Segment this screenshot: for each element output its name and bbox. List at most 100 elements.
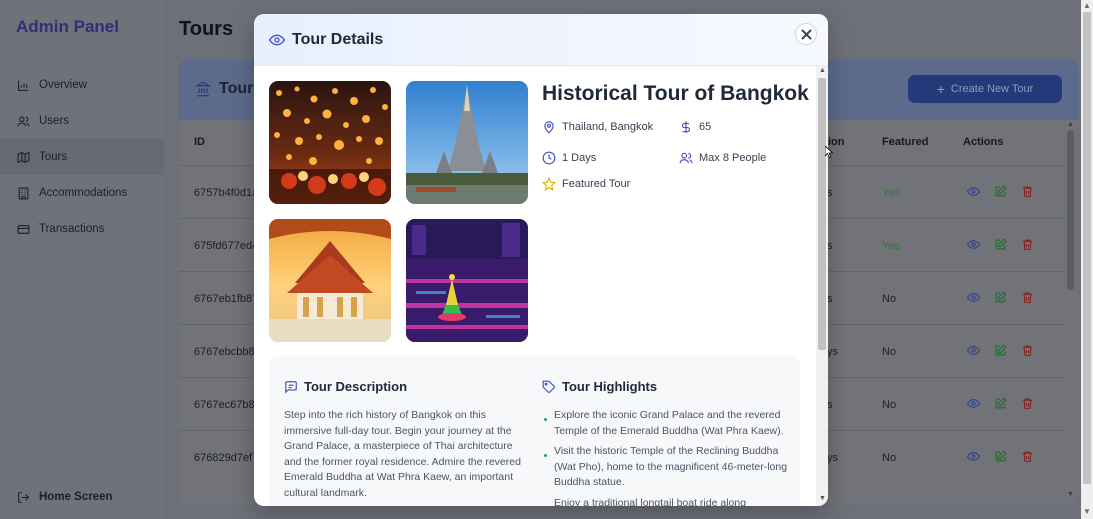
featured-status: Yes (882, 240, 900, 252)
edit-icon[interactable] (994, 238, 1007, 251)
featured-status: No (882, 346, 897, 358)
brand-title: Admin Panel (16, 17, 119, 36)
featured-status: Yes (882, 187, 900, 199)
description-heading: Tour Description (284, 379, 407, 394)
scroll-down-arrow[interactable]: ▼ (819, 495, 826, 502)
map-pin-icon (542, 120, 556, 134)
building-icon (16, 186, 30, 200)
plus-icon: + (936, 81, 945, 97)
eye-icon (268, 32, 286, 48)
mouse-cursor-icon (825, 146, 833, 158)
tour-name: Historical Tour of Bangkok (542, 82, 809, 105)
users-icon (679, 151, 693, 165)
view-icon[interactable] (966, 450, 981, 463)
close-button[interactable] (795, 23, 817, 45)
tag-icon (542, 380, 556, 394)
scrollbar-thumb[interactable] (818, 78, 826, 350)
view-icon[interactable] (966, 344, 981, 357)
scrollbar-thumb[interactable] (1067, 130, 1074, 290)
modal-scrollbar[interactable]: ▲ ▼ (816, 66, 828, 506)
delete-icon[interactable] (1021, 344, 1034, 357)
scroll-up-arrow[interactable]: ▲ (1083, 1, 1091, 10)
tour-id: 676829d7ef7 (194, 452, 259, 464)
sidebar-item-accommodations[interactable]: Accommodations (0, 175, 164, 211)
sidebar-item-label: Transactions (39, 223, 105, 235)
featured-status: No (882, 399, 897, 411)
message-icon (284, 380, 298, 394)
modal-body: Historical Tour of Bangkok Thailand, Ban… (254, 66, 816, 506)
location-meta: Thailand, Bangkok (542, 120, 653, 134)
view-icon[interactable] (966, 291, 981, 304)
delete-icon[interactable] (1021, 291, 1034, 304)
page-title: Tours (179, 18, 234, 40)
sky-lanterns-photo[interactable] (269, 81, 391, 204)
view-icon[interactable] (966, 185, 981, 198)
sidebar-item-tours[interactable]: Tours (0, 139, 164, 175)
tour-info-panel: Tour Description Step into the rich hist… (269, 356, 800, 506)
edit-icon[interactable] (994, 291, 1007, 304)
tour-duration: 1 Days (562, 152, 597, 164)
highlights-list: Explore the iconic Grand Palace and the … (543, 408, 793, 506)
featured-status: No (882, 452, 897, 464)
map-icon (16, 150, 30, 164)
create-new-tour-button[interactable]: + Create New Tour (908, 75, 1062, 103)
create-button-label: Create New Tour (950, 83, 1034, 95)
tour-id: 6757b4f0d1a (194, 187, 259, 199)
sidebar-item-users[interactable]: Users (0, 103, 164, 139)
tour-price: 65 (699, 121, 712, 133)
highlights-heading: Tour Highlights (542, 379, 657, 394)
sidebar-item-label: Users (39, 115, 70, 127)
edit-icon[interactable] (994, 344, 1007, 357)
scroll-down-arrow[interactable]: ▼ (1083, 507, 1091, 516)
sidebar-item-label: Accommodations (39, 187, 128, 199)
view-icon[interactable] (966, 397, 981, 410)
edit-icon[interactable] (994, 450, 1007, 463)
description-title: Tour Description (304, 379, 408, 394)
column-header-actions: Actions (963, 136, 1004, 148)
delete-icon[interactable] (1021, 397, 1034, 410)
log-out-icon (16, 490, 30, 504)
group-size-meta: Max 8 People (679, 151, 766, 165)
column-header-id: ID (194, 136, 205, 148)
star-icon (542, 177, 556, 191)
view-icon[interactable] (966, 238, 981, 251)
users-icon (16, 114, 30, 128)
sidebar: Admin Panel Overview Users Tours Accommo… (0, 0, 164, 519)
scroll-up-arrow[interactable]: ▲ (819, 67, 826, 74)
tour-id: 6767eb1fb87 (194, 293, 259, 305)
clock-icon (542, 151, 556, 165)
sidebar-item-label: Overview (39, 79, 87, 91)
marble-temple-sunset-photo[interactable] (269, 219, 391, 342)
column-header-featured: Featured (882, 136, 929, 148)
featured-status: No (882, 293, 897, 305)
duration-meta: 1 Days (542, 151, 596, 165)
price-meta: 65 (679, 120, 711, 134)
list-item: Visit the historic Temple of the Reclini… (543, 444, 793, 491)
delete-icon[interactable] (1021, 450, 1034, 463)
wat-arun-temple-photo[interactable] (406, 81, 528, 204)
table-scrollbar[interactable]: ▲ ▼ (1066, 121, 1075, 503)
scrollbar-thumb[interactable] (1083, 12, 1091, 484)
credit-card-icon (16, 222, 30, 236)
loy-krathong-night-photo[interactable] (406, 219, 528, 342)
scroll-up-arrow[interactable]: ▲ (1067, 121, 1074, 128)
edit-icon[interactable] (994, 185, 1007, 198)
sidebar-item-overview[interactable]: Overview (0, 67, 164, 103)
modal-title: Tour Details (292, 31, 384, 48)
tour-id: 6767ebcbb87 (194, 346, 261, 358)
window-scrollbar[interactable]: ▲ ▼ (1081, 0, 1093, 519)
scroll-down-arrow[interactable]: ▼ (1067, 491, 1074, 498)
sidebar-item-home-screen[interactable]: Home Screen (0, 479, 164, 515)
tour-id: 675fd677ed4 (194, 240, 259, 252)
tour-duration: ys (827, 452, 838, 464)
tour-details-modal: Tour Details Historical Tour of Bangkok … (254, 14, 828, 506)
delete-icon[interactable] (1021, 238, 1034, 251)
edit-icon[interactable] (994, 397, 1007, 410)
sidebar-item-transactions[interactable]: Transactions (0, 211, 164, 247)
tour-duration: ys (827, 346, 838, 358)
bar-chart-icon (16, 78, 30, 92)
delete-icon[interactable] (1021, 185, 1034, 198)
list-item: Explore the iconic Grand Palace and the … (543, 408, 793, 439)
sidebar-item-label: Tours (39, 151, 68, 163)
tour-description: Step into the rich history of Bangkok on… (284, 409, 521, 499)
